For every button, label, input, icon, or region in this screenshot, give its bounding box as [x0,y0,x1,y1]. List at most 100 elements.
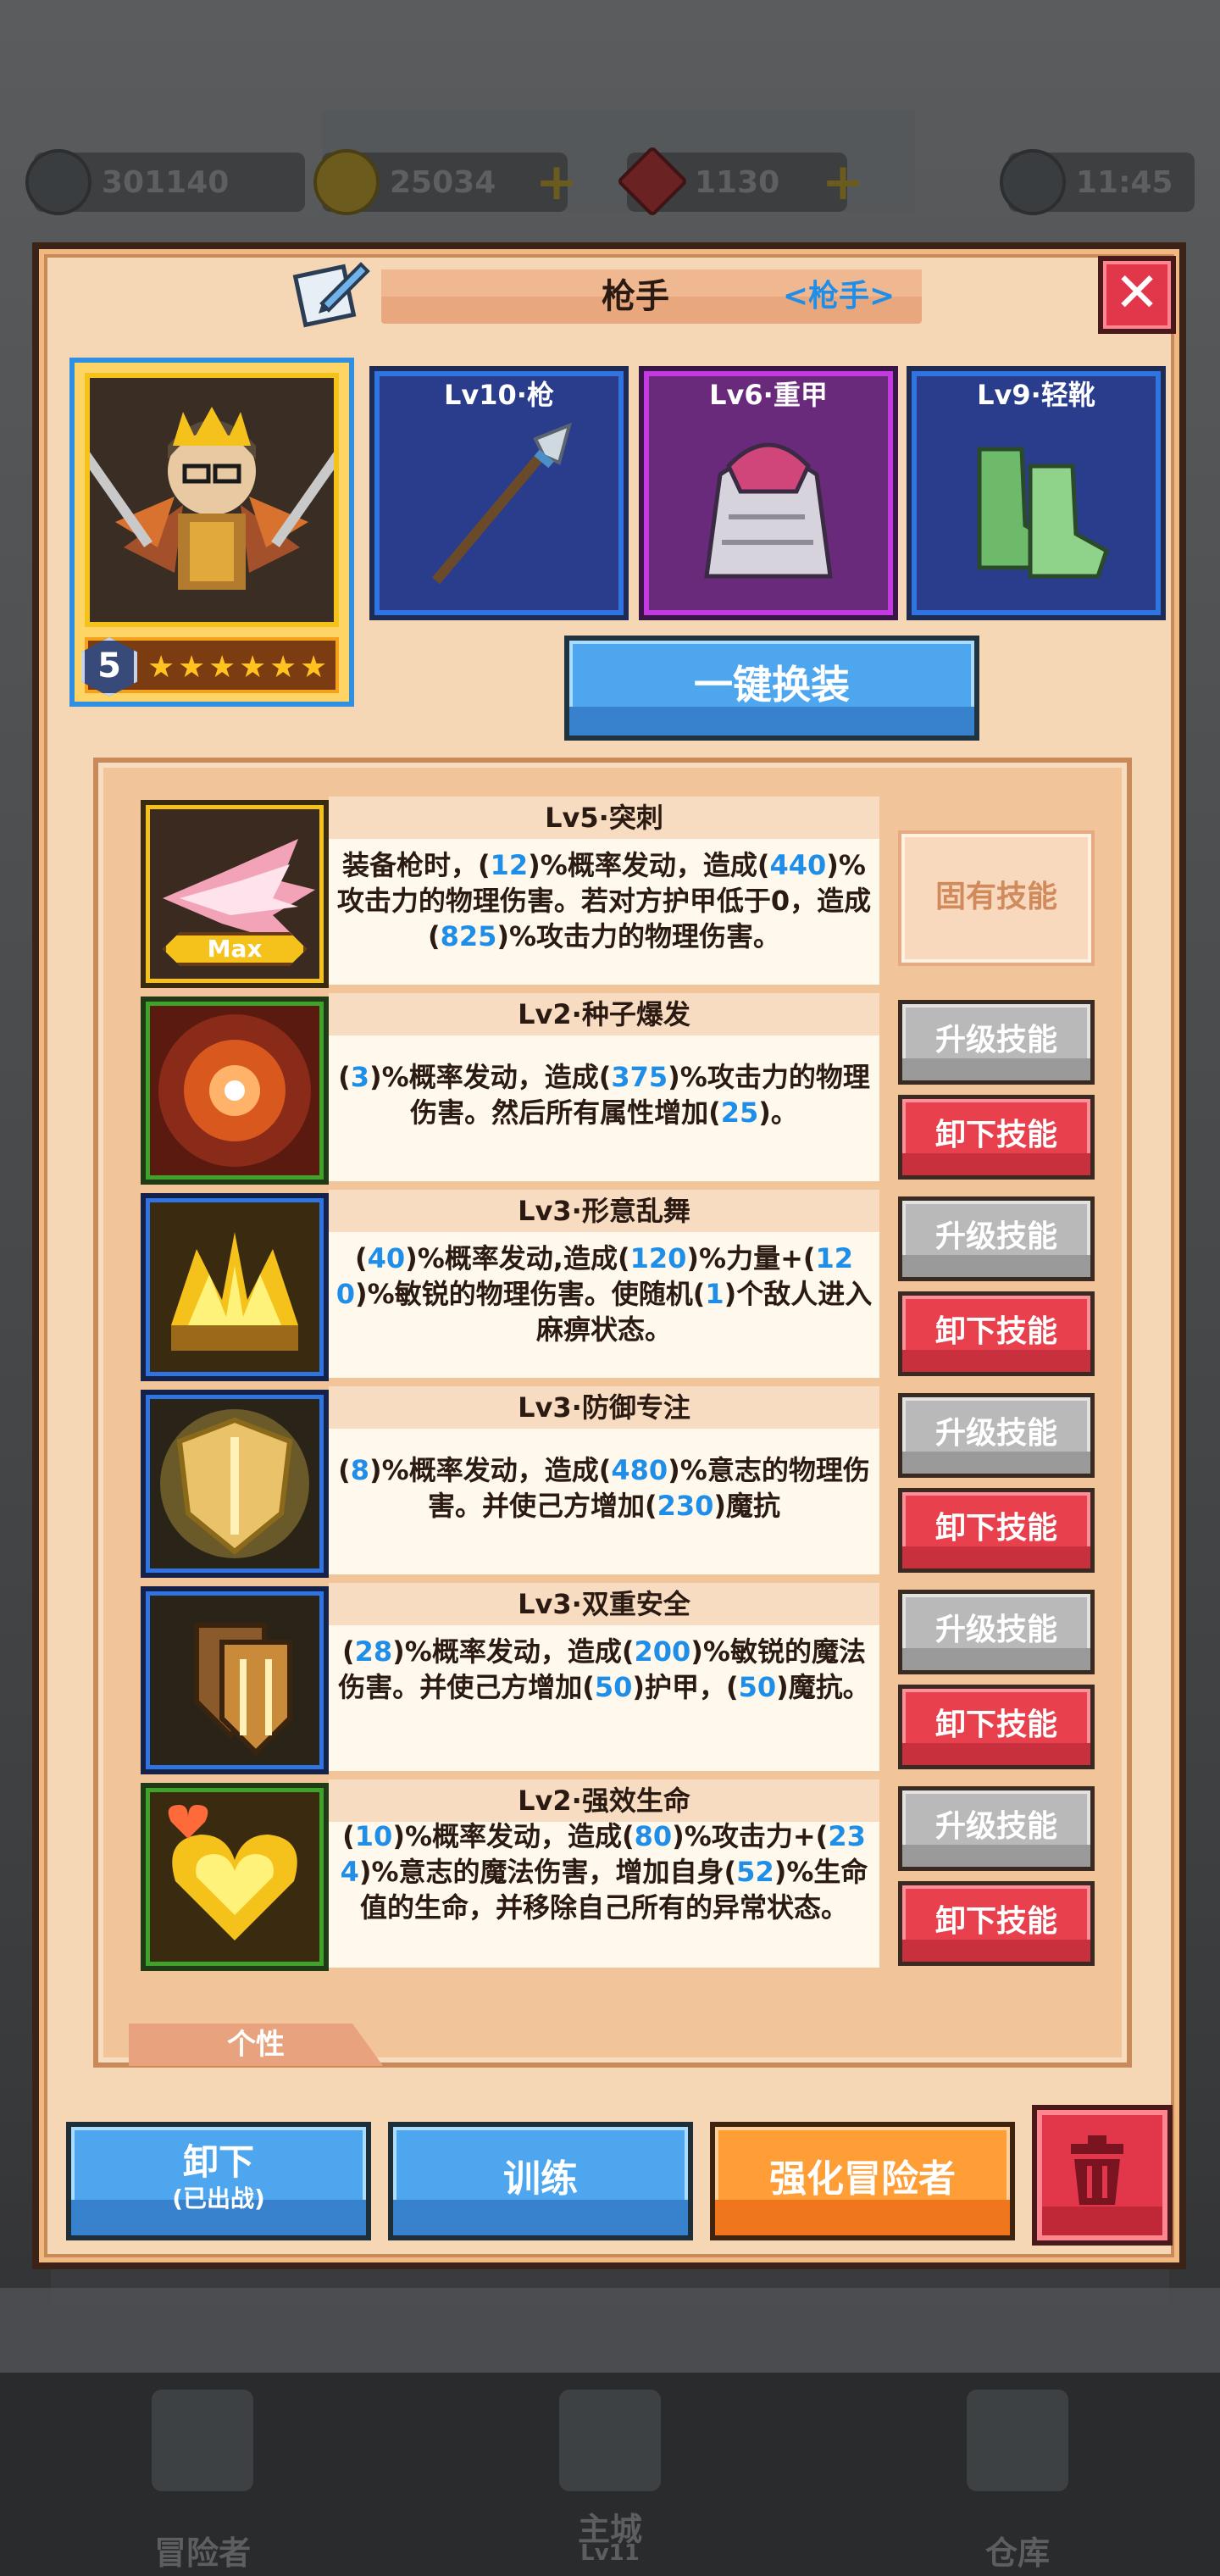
skill-title: Lv3·双重安全 [518,1588,690,1620]
enhance-hero-button[interactable]: 强化冒险者 [710,2122,1015,2240]
star-icon: ★ [300,650,328,685]
unequip-skill-button[interactable]: 卸下技能 [898,1095,1095,1180]
skill-row: Lv3·双重安全 (28)%概率发动，造成(200)%敏锐的魔法伤害。并使己方增… [124,1583,1112,1774]
nav-adventurer[interactable]: 冒险者 [0,2373,405,2576]
skill-text: ( [338,1061,351,1093]
unequip-hero-button[interactable]: 卸下 (已出战) [66,2122,371,2240]
skill-description: (28)%概率发动，造成(200)%敏锐的魔法伤害。并使己方增加(50)护甲，(… [329,1634,879,1705]
nav-warehouse-label: 仓库 [984,2534,1050,2572]
seed-burst-icon[interactable] [141,997,329,1185]
frenzy-dance-icon[interactable] [141,1193,329,1381]
skill-text: )%攻击力的物理伤害。 [496,920,781,952]
close-button[interactable]: ✕ [1098,256,1176,334]
dialog-title: 枪手 [602,277,669,316]
skill-value: 120 [629,1242,687,1274]
skill-text: ( [342,1820,355,1852]
unequip-skill-button[interactable]: 卸下技能 [898,1488,1095,1573]
enhance-hero-label: 强化冒险者 [769,2157,956,2201]
skill-value: 230 [657,1490,714,1522]
skill-body: Lv2·种子爆发 (3)%概率发动，造成(375)%攻击力的物理伤害。然后所有属… [329,993,879,1181]
skill-value: 80 [634,1820,673,1852]
gem-resource: 1130 [616,145,847,218]
red-gem-icon [616,145,689,218]
clock-time: 11:45 [1076,164,1173,200]
heavy-armor-icon [644,415,893,615]
skill-title: Lv3·防御专注 [518,1391,690,1424]
skill-text: )。 [758,1096,798,1129]
power-value: 301140 [102,164,230,200]
equip-slot-armor[interactable]: Lv6·重甲 [639,366,898,620]
unequip-hero-sublabel: (已出战) [172,2185,265,2212]
skill-panel: Max Lv5·突刺 装备枪时，(12)%概率发动，造成(440)%攻击力的物理… [93,758,1132,2068]
skill-text: ( [354,1242,368,1274]
max-badge-label: Max [207,935,263,963]
skill-row: Lv2·种子爆发 (3)%概率发动，造成(375)%攻击力的物理伤害。然后所有属… [124,993,1112,1185]
unequip-skill-button[interactable]: 卸下技能 [898,1291,1095,1376]
shield-focus-icon[interactable] [141,1390,329,1578]
gunner-hero-sprite [90,378,334,622]
star-icon: ★ [178,650,206,685]
gem-value: 1130 [695,164,780,200]
skill-value: 12 [490,849,529,881]
star-icon: ★ [239,650,267,685]
rename-quill-icon[interactable] [288,256,373,330]
hero-class-label: <枪手> [782,279,896,314]
skill-text: 装备枪时，( [342,849,491,881]
delete-hero-button[interactable] [1032,2105,1173,2246]
nav-castle-level: Lv11 [580,2540,640,2566]
castle-icon [559,2390,661,2491]
strong-life-icon[interactable] [141,1783,329,1971]
nav-warehouse[interactable]: 仓库 [815,2373,1220,2576]
unequip-hero-label: 卸下 [182,2141,254,2183]
unequip-skill-button[interactable]: 卸下技能 [898,1881,1095,1966]
skill-description: (10)%概率发动，造成(80)%攻击力+(234)%意志的魔法伤害，增加自身(… [329,1818,879,1925]
trait-tab[interactable]: 个性 [129,2024,383,2066]
skill-description: (3)%概率发动，造成(375)%攻击力的物理伤害。然后所有属性增加(25)。 [329,1059,879,1130]
skill-text: )护甲，( [632,1671,739,1703]
hero-star-bar: 5 ★ ★ ★ ★ ★ ★ [81,637,339,697]
skill-value: 440 [769,849,827,881]
skill-title: Lv2·强效生命 [518,1785,690,1817]
skill-title: Lv2·种子爆发 [518,998,690,1030]
unequip-skill-button[interactable]: 卸下技能 [898,1685,1095,1769]
skill-body: Lv3·双重安全 (28)%概率发动，造成(200)%敏锐的魔法伤害。并使己方增… [329,1583,879,1771]
upgrade-skill-button[interactable]: 升级技能 [898,1000,1095,1085]
skill-value: 375 [611,1061,668,1093]
skill-text: ( [342,1635,355,1668]
skill-body: Lv2·强效生命 (10)%概率发动，造成(80)%攻击力+(234)%意志的魔… [329,1779,879,1968]
hero-portrait [85,373,339,627]
thrust-skill-icon[interactable]: Max [141,800,329,988]
upgrade-skill-button[interactable]: 升级技能 [898,1786,1095,1871]
light-boots-icon [912,415,1161,615]
train-button[interactable]: 训练 [388,2122,693,2240]
equip-slot-weapon[interactable]: Lv10·枪 [369,366,629,620]
star-icon: ★ [269,650,297,685]
skill-row: Lv3·形意乱舞 (40)%概率发动,造成(120)%力量+(120)%敏锐的物… [124,1190,1112,1381]
skill-body: Lv3·防御专注 (8)%概率发动，造成(480)%意志的物理伤害。并使己方增加… [329,1386,879,1574]
city-road [0,2288,1220,2373]
skill-text: )%概率发动，造成( [392,1635,635,1668]
double-shield-icon[interactable] [141,1586,329,1774]
max-badge: Max [163,932,307,966]
skill-text: )%敏锐的物理伤害。使随机( [355,1278,706,1310]
add-gem-button[interactable]: + [820,157,866,208]
one-click-equip-button[interactable]: 一键换装 [564,636,979,741]
sword-power-icon [25,149,92,215]
equip-armor-label: Lv6·重甲 [709,379,828,411]
hero-detail-dialog: 枪手 <枪手> ✕ 5 ★ ★ ★ ★ ★ ★ Lv10·枪 Lv6·重甲 Lv… [32,242,1186,2269]
skill-text: )%力量+( [686,1242,816,1274]
skill-description: (8)%概率发动，造成(480)%意志的物理伤害。并使己方增加(230)魔抗 [329,1452,879,1524]
equip-slot-boots[interactable]: Lv9·轻靴 [907,366,1166,620]
adventurer-icon [152,2390,253,2491]
nav-castle[interactable]: 主城 Lv11 [408,2373,812,2576]
upgrade-skill-button[interactable]: 升级技能 [898,1590,1095,1674]
upgrade-skill-button[interactable]: 升级技能 [898,1393,1095,1478]
gold-coin-icon [313,149,380,215]
add-gold-button[interactable]: + [534,157,580,208]
skill-text: )%攻击力+( [672,1820,829,1852]
trash-icon [1071,2135,1123,2205]
hero-card[interactable]: 5 ★ ★ ★ ★ ★ ★ [69,358,354,707]
clock-widget: 11:45 [1000,149,1195,215]
nav-adventurer-label: 冒险者 [153,2534,251,2572]
upgrade-skill-button[interactable]: 升级技能 [898,1196,1095,1281]
